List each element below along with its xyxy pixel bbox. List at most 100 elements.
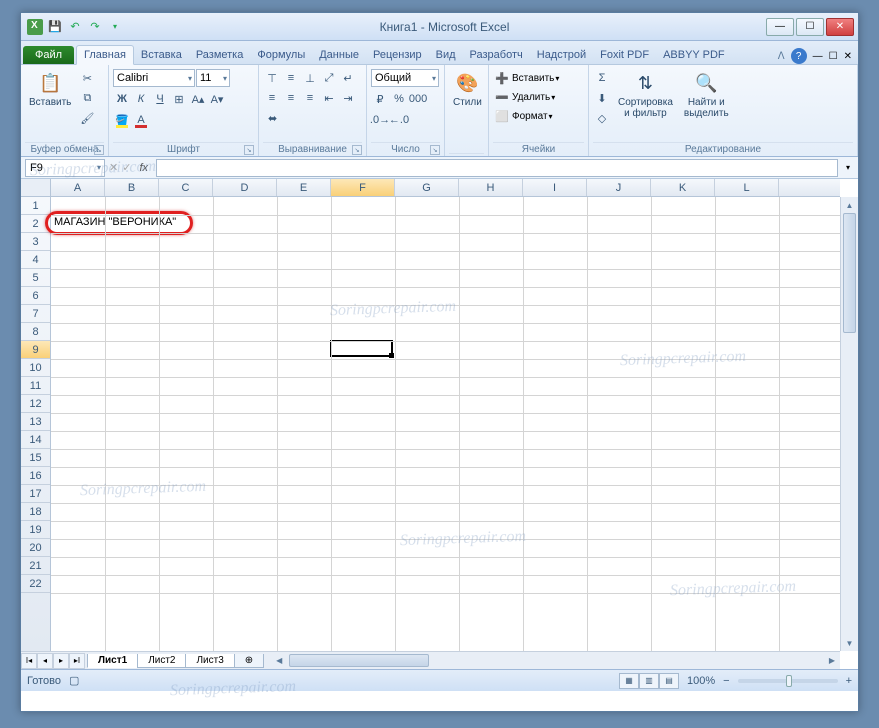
paste-button[interactable]: 📋 Вставить — [25, 69, 75, 110]
column-header-F[interactable]: F — [331, 179, 395, 196]
next-sheet-icon[interactable]: ▸ — [53, 653, 69, 669]
file-tab[interactable]: Файл — [23, 46, 74, 64]
column-header-I[interactable]: I — [523, 179, 587, 196]
clipboard-launcher[interactable]: ↘ — [94, 145, 104, 155]
align-left-icon[interactable]: ≡ — [263, 89, 281, 107]
align-center-icon[interactable]: ≡ — [282, 89, 300, 107]
doc-close-icon[interactable]: ✕ — [844, 51, 852, 62]
row-header-12[interactable]: 12 — [21, 395, 50, 413]
new-sheet-button[interactable]: ⊕ — [234, 654, 264, 668]
row-header-3[interactable]: 3 — [21, 233, 50, 251]
copy-icon[interactable]: ⧉ — [78, 89, 96, 107]
zoom-slider[interactable] — [738, 679, 838, 683]
name-box[interactable]: F9 — [25, 159, 105, 177]
wrap-text-icon[interactable]: ↵ — [339, 69, 357, 87]
sheet-tab-3[interactable]: Лист3 — [185, 654, 234, 668]
font-color-button[interactable]: A — [132, 111, 150, 129]
horizontal-scrollbar[interactable]: ◀ ▶ — [271, 653, 840, 669]
tab-insert[interactable]: Вставка — [134, 46, 189, 64]
row-header-1[interactable]: 1 — [21, 197, 50, 215]
tab-abbyy[interactable]: ABBYY PDF — [656, 46, 732, 64]
undo-icon[interactable]: ↶ — [67, 19, 83, 35]
cancel-formula-icon[interactable]: ✕ — [109, 161, 118, 174]
italic-button[interactable]: К — [132, 90, 150, 108]
align-bottom-icon[interactable]: ⊥ — [301, 69, 319, 87]
tab-addins[interactable]: Надстрой — [530, 46, 593, 64]
comma-icon[interactable]: 000 — [409, 90, 427, 108]
first-sheet-icon[interactable]: I◂ — [21, 653, 37, 669]
format-cells-button[interactable]: ⬜Формат▾ — [493, 107, 553, 125]
zoom-out-button[interactable]: − — [723, 675, 729, 687]
expand-formula-icon[interactable]: ▾ — [842, 163, 854, 172]
fx-icon[interactable]: fx — [135, 162, 152, 174]
row-header-16[interactable]: 16 — [21, 467, 50, 485]
row-header-8[interactable]: 8 — [21, 323, 50, 341]
vertical-scrollbar[interactable]: ▲ ▼ — [840, 197, 858, 651]
autosum-icon[interactable]: Σ — [593, 69, 611, 87]
column-header-C[interactable]: C — [159, 179, 213, 196]
doc-minimize-icon[interactable]: — — [813, 51, 823, 62]
row-header-9[interactable]: 9 — [21, 341, 50, 359]
column-header-A[interactable]: A — [51, 179, 105, 196]
shrink-font-icon[interactable]: A▾ — [208, 90, 226, 108]
tab-data[interactable]: Данные — [312, 46, 366, 64]
cut-icon[interactable]: ✂ — [78, 69, 96, 87]
page-layout-view-button[interactable]: ▥ — [639, 673, 659, 689]
currency-icon[interactable]: ₽ — [371, 90, 389, 108]
row-header-5[interactable]: 5 — [21, 269, 50, 287]
row-header-6[interactable]: 6 — [21, 287, 50, 305]
font-name-combo[interactable]: Calibri — [113, 69, 195, 87]
row-header-20[interactable]: 20 — [21, 539, 50, 557]
formula-input[interactable] — [156, 159, 838, 177]
scroll-down-icon[interactable]: ▼ — [841, 635, 858, 651]
scroll-left-icon[interactable]: ◀ — [271, 653, 287, 669]
row-header-11[interactable]: 11 — [21, 377, 50, 395]
tab-layout[interactable]: Разметка — [189, 46, 251, 64]
select-all-corner[interactable] — [21, 179, 51, 197]
sheet-tab-1[interactable]: Лист1 — [87, 654, 138, 668]
decrease-indent-icon[interactable]: ⇤ — [320, 89, 338, 107]
column-header-D[interactable]: D — [213, 179, 277, 196]
insert-cells-button[interactable]: ➕Вставить▾ — [493, 69, 559, 87]
column-header-L[interactable]: L — [715, 179, 779, 196]
number-launcher[interactable]: ↘ — [430, 145, 440, 155]
page-break-view-button[interactable]: ▤ — [659, 673, 679, 689]
column-header-E[interactable]: E — [277, 179, 331, 196]
row-header-4[interactable]: 4 — [21, 251, 50, 269]
minimize-ribbon-icon[interactable]: ᐱ — [778, 51, 785, 62]
scroll-up-icon[interactable]: ▲ — [841, 197, 858, 213]
scroll-right-icon[interactable]: ▶ — [824, 653, 840, 669]
column-header-J[interactable]: J — [587, 179, 651, 196]
format-painter-icon[interactable]: 🖌 — [78, 109, 96, 127]
last-sheet-icon[interactable]: ▸I — [69, 653, 85, 669]
font-launcher[interactable]: ↘ — [244, 145, 254, 155]
row-header-21[interactable]: 21 — [21, 557, 50, 575]
fill-color-button[interactable]: 🪣 — [113, 111, 131, 129]
row-header-19[interactable]: 19 — [21, 521, 50, 539]
zoom-in-button[interactable]: + — [846, 675, 852, 687]
row-header-17[interactable]: 17 — [21, 485, 50, 503]
row-header-22[interactable]: 22 — [21, 575, 50, 593]
column-header-B[interactable]: B — [105, 179, 159, 196]
row-header-15[interactable]: 15 — [21, 449, 50, 467]
tab-developer[interactable]: Разработч — [463, 46, 530, 64]
styles-button[interactable]: 🎨 Стили — [449, 69, 486, 110]
cells-area[interactable]: МАГАЗИН "ВЕРОНИКА" — [51, 197, 840, 651]
tab-review[interactable]: Рецензир — [366, 46, 429, 64]
prev-sheet-icon[interactable]: ◂ — [37, 653, 53, 669]
grow-font-icon[interactable]: A▴ — [189, 90, 207, 108]
fill-icon[interactable]: ⬇ — [593, 89, 611, 107]
vscroll-thumb[interactable] — [843, 213, 856, 333]
border-button[interactable]: ⊞ — [170, 90, 188, 108]
tab-formulas[interactable]: Формулы — [250, 46, 312, 64]
hscroll-thumb[interactable] — [289, 654, 429, 667]
tab-home[interactable]: Главная — [76, 45, 134, 65]
normal-view-button[interactable]: ▦ — [619, 673, 639, 689]
bold-button[interactable]: Ж — [113, 90, 131, 108]
align-right-icon[interactable]: ≡ — [301, 89, 319, 107]
underline-button[interactable]: Ч — [151, 90, 169, 108]
macro-record-icon[interactable]: ▢ — [69, 674, 79, 687]
merge-center-button[interactable]: ⬌ — [263, 109, 282, 127]
clear-icon[interactable]: ◇ — [593, 109, 611, 127]
find-select-button[interactable]: 🔍 Найти и выделить — [680, 69, 733, 121]
